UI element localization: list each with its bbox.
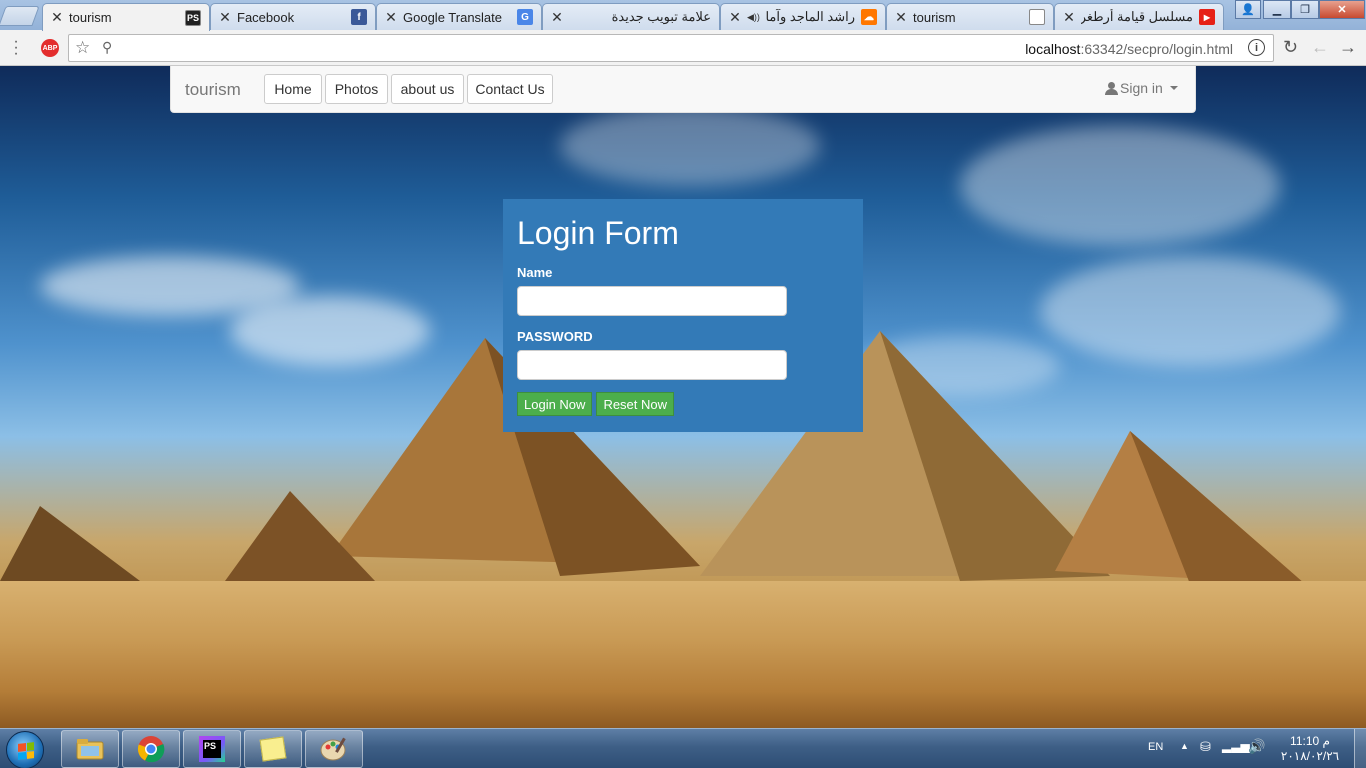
info-icon[interactable]: i bbox=[1248, 39, 1265, 56]
close-window-icon[interactable]: ✕ bbox=[1319, 0, 1365, 19]
name-input[interactable] bbox=[517, 286, 787, 316]
phpstorm-icon: PS bbox=[185, 9, 201, 26]
profile-icon[interactable]: 👤 bbox=[1235, 0, 1261, 19]
close-tab-icon[interactable]: ✕ bbox=[895, 9, 907, 26]
youtube-icon: ▶ bbox=[1199, 9, 1215, 25]
search-icon: ⚲ bbox=[102, 39, 113, 55]
login-button[interactable]: Login Now bbox=[517, 392, 593, 416]
tab-tourism-active[interactable]: ✕ tourism PS bbox=[42, 3, 210, 31]
soundcloud-icon: ☁ bbox=[861, 9, 877, 25]
bookmark-star-icon[interactable]: ☆ bbox=[75, 38, 90, 58]
windows-logo-icon bbox=[18, 742, 34, 760]
menu-dots-icon[interactable]: · · · bbox=[10, 34, 22, 62]
window-controls: ▁ ❐ ✕ bbox=[1263, 0, 1365, 19]
desert-ground bbox=[0, 581, 1366, 728]
nav-home[interactable]: Home bbox=[264, 74, 322, 104]
windows-taskbar: PS EN ▲ ⛁ ▂▃▅ 🔊 11:10 م ٢٠١٨/٠٢/٢٦ bbox=[0, 728, 1366, 768]
minimize-icon[interactable]: ▁ bbox=[1263, 0, 1291, 19]
network-signal-icon[interactable]: ▂▃▅ bbox=[1222, 739, 1250, 753]
phpstorm-icon[interactable]: PS bbox=[183, 730, 241, 768]
reload-icon[interactable]: ↻ bbox=[1283, 37, 1298, 58]
clock-date: ٢٠١٨/٠٢/٢٦ bbox=[1280, 749, 1340, 763]
name-label: Name bbox=[517, 265, 553, 280]
site-navbar: tourism Home Photos about us Contact Us … bbox=[170, 66, 1196, 113]
facebook-icon: f bbox=[351, 9, 367, 25]
tab-title: tourism bbox=[69, 10, 112, 25]
system-clock[interactable]: 11:10 م ٢٠١٨/٠٢/٢٦ bbox=[1280, 734, 1340, 764]
clock-time: 11:10 م bbox=[1290, 734, 1330, 748]
tab-title: Facebook bbox=[237, 9, 295, 25]
tab-youtube[interactable]: ✕ مسلسل قيامة أرطغرل الموسـ ▶ bbox=[1054, 3, 1224, 30]
tab-title: راشد الماجد وآمال ماهـ bbox=[766, 9, 855, 24]
volume-icon[interactable]: 🔊 bbox=[1248, 738, 1265, 755]
tab-title: مسلسل قيامة أرطغرل الموسـ bbox=[1081, 9, 1193, 24]
close-tab-icon[interactable]: ✕ bbox=[219, 9, 231, 26]
sign-in-dropdown[interactable]: Sign in bbox=[1105, 80, 1178, 96]
tab-title: tourism bbox=[913, 9, 956, 25]
close-tab-icon[interactable]: ✕ bbox=[1063, 9, 1075, 26]
sticky-notes-icon[interactable] bbox=[244, 730, 302, 768]
explorer-icon[interactable] bbox=[61, 730, 119, 768]
nav-about-us[interactable]: about us bbox=[391, 74, 464, 104]
site-brand[interactable]: tourism bbox=[185, 80, 241, 100]
tab-title: Google Translate bbox=[403, 9, 503, 25]
google-translate-icon: G bbox=[517, 9, 533, 25]
user-icon bbox=[1105, 81, 1118, 95]
profile-tab-ghost bbox=[0, 6, 40, 26]
close-tab-icon[interactable]: ✕ bbox=[729, 9, 741, 26]
usb-device-icon[interactable]: ⛁ bbox=[1200, 739, 1211, 755]
browser-toolbar: · · · ABP ☆ ⚲ localhost:63342/secpro/login… bbox=[0, 30, 1366, 66]
forward-icon[interactable]: → bbox=[1339, 37, 1357, 58]
password-input[interactable] bbox=[517, 350, 787, 380]
login-form-title: Login Form bbox=[517, 215, 679, 251]
start-button[interactable] bbox=[6, 731, 44, 768]
show-desktop-button[interactable] bbox=[1354, 729, 1366, 768]
sign-in-label: Sign in bbox=[1120, 80, 1163, 96]
cloud bbox=[560, 106, 820, 186]
chrome-icon[interactable] bbox=[122, 730, 180, 768]
close-tab-icon[interactable]: ✕ bbox=[51, 9, 63, 26]
nav-contact-us[interactable]: Contact Us bbox=[467, 74, 553, 104]
tab-new-tab[interactable]: ✕ علامة تبويب جديدة bbox=[542, 3, 720, 30]
language-indicator[interactable]: EN bbox=[1148, 741, 1163, 753]
page-viewport: tourism Home Photos about us Contact Us … bbox=[0, 66, 1366, 728]
document-icon bbox=[1029, 9, 1045, 25]
login-form: Login Form Name PASSWORD Login Now Reset… bbox=[503, 199, 863, 432]
address-bar[interactable]: ☆ ⚲ localhost:63342/secpro/login.html i bbox=[68, 34, 1274, 62]
reset-button[interactable]: Reset Now bbox=[596, 392, 675, 416]
restore-icon[interactable]: ❐ bbox=[1291, 0, 1319, 19]
tab-google-translate[interactable]: ✕ Google Translate G bbox=[376, 3, 542, 30]
adblock-icon[interactable]: ABP bbox=[41, 39, 59, 57]
url-text[interactable]: localhost:63342/secpro/login.html bbox=[1025, 41, 1233, 57]
caret-down-icon bbox=[1169, 86, 1178, 90]
back-icon[interactable]: ← bbox=[1311, 37, 1329, 58]
nav-photos[interactable]: Photos bbox=[325, 74, 388, 104]
show-hidden-icons-icon[interactable]: ▲ bbox=[1180, 741, 1189, 751]
tab-title: علامة تبويب جديدة bbox=[611, 9, 711, 24]
audio-playing-icon: ◀)) bbox=[747, 11, 760, 22]
tab-tourism[interactable]: ✕ tourism bbox=[886, 3, 1054, 30]
close-tab-icon[interactable]: ✕ bbox=[385, 9, 397, 26]
tab-strip: ✕ tourism PS ✕ Facebook f ✕ Google Trans… bbox=[0, 0, 1366, 31]
password-label: PASSWORD bbox=[517, 329, 593, 344]
cloud bbox=[960, 126, 1280, 246]
close-tab-icon[interactable]: ✕ bbox=[551, 9, 563, 26]
paint-icon[interactable] bbox=[305, 730, 363, 768]
tab-soundcloud[interactable]: ✕ ◀)) راشد الماجد وآمال ماهـ ☁ bbox=[720, 3, 886, 30]
tab-facebook[interactable]: ✕ Facebook f bbox=[210, 3, 376, 30]
